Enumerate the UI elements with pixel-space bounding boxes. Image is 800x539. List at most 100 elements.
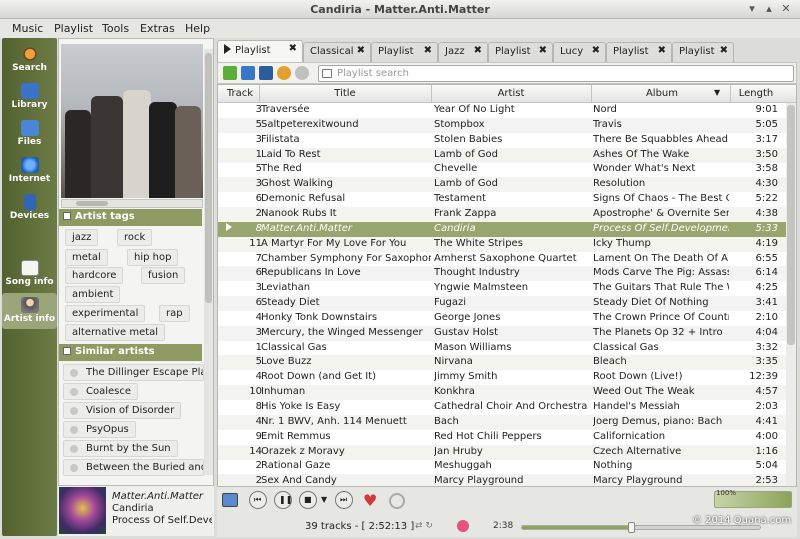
close-tab-icon[interactable]: ✖ <box>592 45 600 56</box>
menu-tools[interactable]: Tools <box>102 22 129 35</box>
nav-internet[interactable]: Internet <box>2 153 57 189</box>
table-row[interactable]: 3 Mercury, the Winged Messenger Gustav Hol… <box>218 325 796 341</box>
ban-icon[interactable] <box>389 493 405 509</box>
similar-artist-item[interactable]: Between the Buried and Me <box>63 459 204 476</box>
table-row[interactable]: 4 Root Down (and Get It) Jimmy Smith Root D… <box>218 370 796 385</box>
nav-song-info[interactable]: Song info <box>2 256 57 292</box>
save-playlist-icon[interactable] <box>259 66 273 80</box>
nav-search[interactable]: Search <box>2 42 57 78</box>
shuffle-repeat-icon[interactable]: ⇄ ↻ <box>415 521 433 531</box>
menu-playlist[interactable]: Playlist <box>54 22 93 35</box>
table-row[interactable]: 9 Emit Remmus Red Hot Chili Peppers Califor… <box>218 430 796 445</box>
table-row[interactable]: 3 Leviathan Yngwie Malmsteen The Guitars Th… <box>218 281 796 296</box>
collapse-icon[interactable] <box>63 347 71 355</box>
scroll-thumb[interactable] <box>205 53 212 303</box>
seek-handle[interactable] <box>628 522 636 533</box>
photo-scrollbar[interactable] <box>61 199 203 208</box>
tab-jazz[interactable]: Jazz ✖ <box>438 42 488 62</box>
close-tab-icon[interactable]: ✖ <box>474 45 482 56</box>
scroll-thumb[interactable] <box>787 105 795 345</box>
similar-artist-item[interactable]: Vision of Disorder <box>63 402 182 419</box>
artist-tags-header[interactable]: Artist tags <box>59 209 202 226</box>
table-row-playing[interactable]: 8 Matter.Anti.Matter Candiria Process Of Se… <box>218 221 796 237</box>
similar-artists-header[interactable]: Similar artists <box>59 344 202 361</box>
redo-icon[interactable] <box>295 66 309 80</box>
tab-playlist-1[interactable]: Playlist ✖ <box>217 40 303 62</box>
tag-item[interactable]: experimental <box>65 305 146 322</box>
table-row[interactable]: 2 Nanook Rubs It Frank Zappa Apostrophe' & … <box>218 206 796 222</box>
load-playlist-icon[interactable] <box>241 66 255 80</box>
now-playing-widget[interactable]: Matter.Anti.Matter Candiria Process Of S… <box>58 486 214 536</box>
table-row[interactable]: 5 Saltpeterexitwound Stompbox Travis 5:05 <box>218 117 796 133</box>
table-row[interactable]: 3 Traversée Year Of No Light Nord 9:01 <box>218 103 796 118</box>
close-tab-icon[interactable]: ✖ <box>424 45 432 56</box>
tab-playlist-5[interactable]: Playlist ✖ <box>672 42 734 62</box>
pause-button[interactable]: ❚❚ <box>274 491 292 509</box>
table-row[interactable]: 3 Ghost Walking Lamb of God Resolution 4:30 <box>218 177 796 193</box>
tab-playlist-3[interactable]: Playlist ✖ <box>488 42 553 62</box>
menu-extras[interactable]: Extras <box>140 22 175 35</box>
tag-item[interactable]: rap <box>159 305 190 322</box>
similar-artist-item[interactable]: Burnt by the Sun <box>63 440 178 457</box>
close-tab-icon[interactable]: ✖ <box>539 45 547 56</box>
table-row[interactable]: 1 Laid To Rest Lamb of God Ashes Of The Wak… <box>218 147 796 163</box>
close-tab-icon[interactable]: ✖ <box>289 43 297 54</box>
column-album[interactable]: Album <box>592 88 732 99</box>
previous-button[interactable]: ⏮ <box>249 491 267 509</box>
scroll-thumb[interactable] <box>76 201 108 206</box>
table-row[interactable]: 7 Chamber Symphony For Saxophone Amherst S… <box>218 252 796 267</box>
tag-item[interactable]: rock <box>117 229 153 246</box>
tab-playlist-4[interactable]: Playlist ✖ <box>606 42 672 62</box>
table-row[interactable]: 6 Republicans In Love Thought Industry Mods… <box>218 266 796 282</box>
info-panel-scrollbar[interactable] <box>204 49 213 475</box>
stop-button[interactable]: ■ <box>299 491 317 509</box>
close-window-icon[interactable]: ✕ <box>779 2 793 15</box>
love-icon[interactable]: ♥ <box>363 491 377 510</box>
tab-classical[interactable]: Classical ✖ <box>303 42 371 62</box>
table-row[interactable]: 1 Classical Gas Mason Williams Classical Ga… <box>218 341 796 356</box>
new-playlist-icon[interactable] <box>223 66 237 80</box>
table-row[interactable]: 11 A Martyr For My Love For You The White … <box>218 236 796 252</box>
table-row[interactable]: 8 His Yoke Is Easy Cathedral Choir And Orc… <box>218 400 796 415</box>
tag-item[interactable]: hardcore <box>65 267 124 284</box>
nav-devices[interactable]: Devices <box>2 190 57 226</box>
nav-files[interactable]: Files <box>2 116 57 152</box>
column-title[interactable]: Title <box>260 88 430 99</box>
tab-playlist-2[interactable]: Playlist ✖ <box>371 42 438 62</box>
nav-library[interactable]: Library <box>2 79 57 115</box>
similar-artist-item[interactable]: PsyOpus <box>63 421 136 438</box>
tag-item[interactable]: jazz <box>65 229 99 246</box>
stop-options-icon[interactable]: ▼ <box>321 495 327 504</box>
similar-artist-item[interactable]: Coalesce <box>63 383 139 400</box>
table-row[interactable]: 10 Inhuman Konkhra Weed Out The Weak 4:57 <box>218 385 796 401</box>
close-tab-icon[interactable]: ✖ <box>720 45 728 56</box>
minimize-icon[interactable]: ▾ <box>745 2 759 15</box>
table-row[interactable]: 4 Honky Tonk Downstairs George Jones The Cr… <box>218 311 796 326</box>
similar-artist-item[interactable]: The Dillinger Escape Plan <box>63 364 204 381</box>
playlist-view-icon[interactable] <box>222 493 238 507</box>
undo-icon[interactable] <box>277 66 291 80</box>
column-artist[interactable]: Artist <box>432 88 590 99</box>
playlist-table[interactable]: Track Title Artist Album ▼ Length 3 Trave… <box>217 84 797 487</box>
tag-item[interactable]: metal <box>65 249 108 266</box>
tag-item[interactable]: ambient <box>65 286 121 303</box>
table-row[interactable]: 3 Filistata Stolen Babies There Be Squabble… <box>218 133 796 148</box>
menu-music[interactable]: Music <box>12 22 43 35</box>
tag-item[interactable]: alternative metal <box>65 324 166 341</box>
table-row[interactable]: 6 Steady Diet Fugazi Steady Diet Of Nothing… <box>218 296 796 312</box>
close-tab-icon[interactable]: ✖ <box>357 45 365 56</box>
column-length[interactable]: Length <box>731 88 781 99</box>
nav-artist-info[interactable]: Artist info <box>2 293 57 329</box>
close-tab-icon[interactable]: ✖ <box>658 45 666 56</box>
tag-item[interactable]: fusion <box>141 267 186 284</box>
tab-lucy[interactable]: Lucy ✖ <box>553 42 606 62</box>
tag-item[interactable]: hip hop <box>127 249 179 266</box>
table-row[interactable]: 2 Sex And Candy Marcy Playground Marcy Play… <box>218 474 796 486</box>
table-row[interactable]: 5 The Red Chevelle Wonder What's Next 3:58 <box>218 162 796 177</box>
table-row[interactable]: 4 Nr. 1 BWV, Anh. 114 Menuett Bach Joerg De… <box>218 414 796 430</box>
sort-descending-icon[interactable]: ▼ <box>714 88 720 97</box>
table-row[interactable]: 14 Orazek z Moravy Jan Hruby Czech Alternat… <box>218 444 796 460</box>
table-row[interactable]: 5 Love Buzz Nirvana Bleach 3:35 <box>218 355 796 371</box>
scrobble-icon[interactable] <box>457 520 469 532</box>
table-row[interactable]: 2 Rational Gaze Meshuggah Nothing 5:04 <box>218 459 796 474</box>
